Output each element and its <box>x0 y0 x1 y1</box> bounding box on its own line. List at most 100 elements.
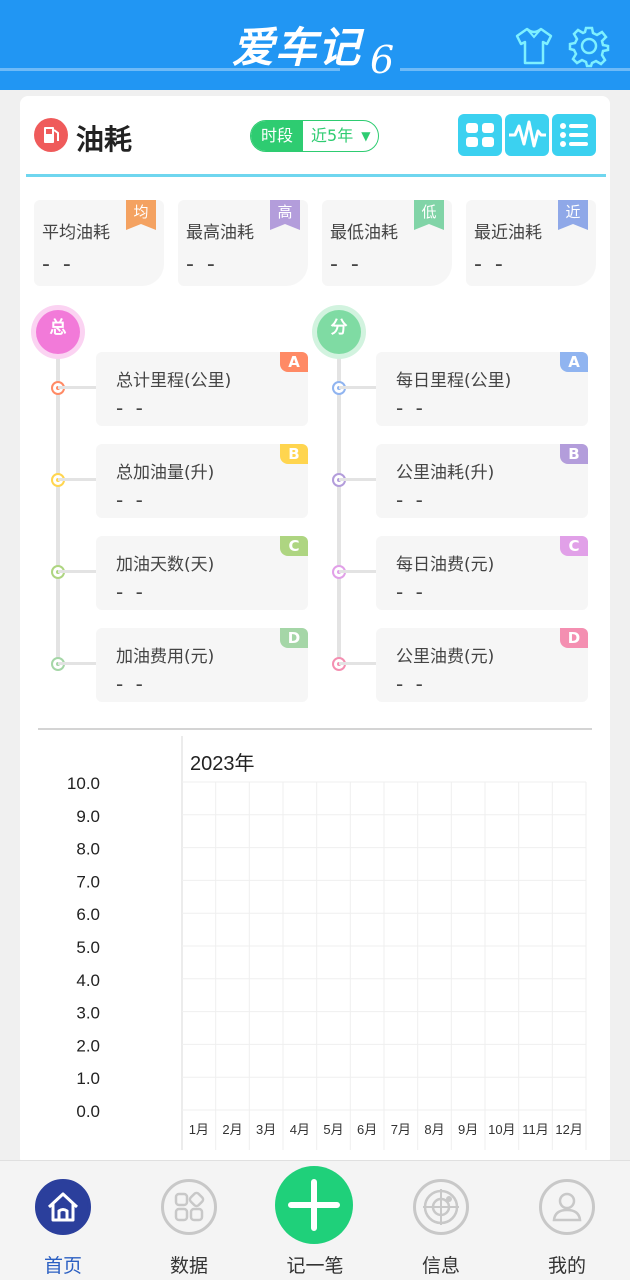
radar-icon <box>413 1179 469 1235</box>
metric-value: - - <box>116 580 146 604</box>
stat-value: - - <box>474 252 506 277</box>
x-tick-label: 4月 <box>290 1122 310 1137</box>
daily-cost-box[interactable]: 每日油费(元) - - C <box>376 536 588 610</box>
stat-badge: 近 <box>558 200 588 230</box>
metric-label: 总加油量(升) <box>116 463 215 483</box>
nav-mine[interactable]: 我的 <box>504 1161 630 1280</box>
y-tick-label: 6.0 <box>76 905 100 924</box>
total-fuel-box[interactable]: 总加油量(升) - - B <box>96 444 308 518</box>
chart-view-button[interactable] <box>505 114 549 156</box>
y-tick-label: 8.0 <box>76 840 100 859</box>
stat-label: 最低油耗 <box>330 223 398 243</box>
nav-info[interactable]: 信息 <box>378 1161 504 1280</box>
nav-label: 首页 <box>43 1255 82 1277</box>
y-tick-label: 2.0 <box>76 1036 100 1055</box>
fuel-cost-box[interactable]: 加油费用(元) - - D <box>96 628 308 702</box>
timeline-connector <box>339 662 377 665</box>
metric-label: 总计里程(公里) <box>116 371 232 391</box>
metric-value: - - <box>116 672 146 696</box>
total-mileage-box[interactable]: 总计里程(公里) - - A <box>96 352 308 426</box>
gear-icon[interactable] <box>567 24 611 68</box>
fuel-chart[interactable]: 2023年 0.0 1.0 2.0 3.0 4.0 5.0 6.0 7.0 8.0 9.0 10.0… <box>20 736 610 1160</box>
header-decor-line <box>400 68 630 71</box>
timeline-connector <box>339 478 377 481</box>
metric-badge: C <box>560 536 588 556</box>
timeline-connector <box>339 386 377 389</box>
stat-badge: 均 <box>126 200 156 230</box>
x-tick-label: 5月 <box>323 1122 343 1137</box>
chart-grid <box>181 736 587 1150</box>
y-tick-label: 1.0 <box>76 1069 100 1088</box>
chart-title: 2023年 <box>190 752 255 775</box>
fuel-pump-icon <box>34 118 68 152</box>
y-tick-label: 5.0 <box>76 938 100 957</box>
stat-value: - - <box>186 252 218 277</box>
total-badge: 总 <box>36 310 80 354</box>
x-tick-label: 10月 <box>488 1122 515 1137</box>
chevron-down-icon: ▼ <box>361 129 371 143</box>
km-fuel-box[interactable]: 公里油耗(升) - - B <box>376 444 588 518</box>
timeline-connector <box>58 570 96 573</box>
timeline-line <box>56 354 60 666</box>
x-tick-label: 6月 <box>357 1122 377 1137</box>
x-tick-label: 8月 <box>424 1122 444 1137</box>
y-tick-label: 10.0 <box>67 774 100 793</box>
metric-label: 每日里程(公里) <box>396 371 512 391</box>
metric-label: 公里油耗(升) <box>396 463 495 483</box>
timeline-connector <box>339 570 377 573</box>
shirt-icon[interactable] <box>512 24 556 68</box>
wave-icon <box>509 120 546 148</box>
metric-value: - - <box>396 396 426 420</box>
grid-view-button[interactable] <box>458 114 502 156</box>
stat-badge: 高 <box>270 200 300 230</box>
period-selector[interactable]: 时段 近5年 ▼ <box>250 120 380 152</box>
timeline-connector <box>58 662 96 665</box>
metric-badge: C <box>280 536 308 556</box>
y-tick-label: 7.0 <box>76 872 100 891</box>
y-tick-label: 9.0 <box>76 807 100 826</box>
km-cost-box[interactable]: 公里油费(元) - - D <box>376 628 588 702</box>
timeline-connector <box>58 386 96 389</box>
stat-highest: 最高油耗 - - 高 <box>178 200 308 286</box>
stat-badge: 低 <box>414 200 444 230</box>
nav-data[interactable]: 数据 <box>126 1161 252 1280</box>
metric-value: - - <box>396 580 426 604</box>
section-title: 油耗 <box>76 123 133 156</box>
add-record-button[interactable] <box>275 1166 353 1244</box>
y-tick-label: 0.0 <box>76 1102 100 1121</box>
refuel-days-box[interactable]: 加油天数(天) - - C <box>96 536 308 610</box>
period-value: 近5年 <box>311 126 354 145</box>
list-view-button[interactable] <box>552 114 596 156</box>
timeline-connector <box>58 478 96 481</box>
data-icon <box>161 1179 217 1235</box>
daily-mileage-box[interactable]: 每日里程(公里) - - A <box>376 352 588 426</box>
y-tick-label: 3.0 <box>76 1004 100 1023</box>
period-label: 时段 <box>251 121 304 151</box>
app-header: 爱车记 6 <box>0 0 630 90</box>
metric-badge: D <box>280 628 308 648</box>
plus-icon <box>288 1179 340 1231</box>
list-icon <box>560 123 588 147</box>
metric-value: - - <box>396 672 426 696</box>
nav-label: 数据 <box>169 1255 208 1277</box>
y-axis-ticks: 0.0 1.0 2.0 3.0 4.0 5.0 6.0 7.0 8.0 9.0 10.0 <box>67 774 100 1121</box>
metric-label: 加油费用(元) <box>116 647 215 667</box>
stat-value: - - <box>42 252 74 277</box>
metric-badge: A <box>280 352 308 372</box>
metric-label: 公里油费(元) <box>396 647 495 667</box>
user-icon <box>539 1179 595 1235</box>
nav-home[interactable]: 首页 <box>0 1161 126 1280</box>
metric-badge: B <box>560 444 588 464</box>
home-icon <box>35 1179 91 1235</box>
nav-label: 记一笔 <box>286 1255 344 1277</box>
x-axis-ticks: 1月 2月 3月 4月 5月 6月 7月 8月 9月 10月 11月 12月 <box>189 1122 583 1137</box>
metric-value: - - <box>396 488 426 512</box>
x-tick-label: 12月 <box>555 1122 582 1137</box>
chart-divider <box>38 728 592 730</box>
x-tick-label: 2月 <box>222 1122 242 1137</box>
stat-label: 最高油耗 <box>186 223 254 243</box>
stat-recent: 最近油耗 - - 近 <box>466 200 596 286</box>
section-divider <box>26 174 606 177</box>
fuel-card: 油耗 时段 近5年 ▼ 平均油耗 - - 均 最高油耗 - - 高 最低油耗 -… <box>20 96 610 1166</box>
app-title: 爱车记 <box>232 23 362 72</box>
